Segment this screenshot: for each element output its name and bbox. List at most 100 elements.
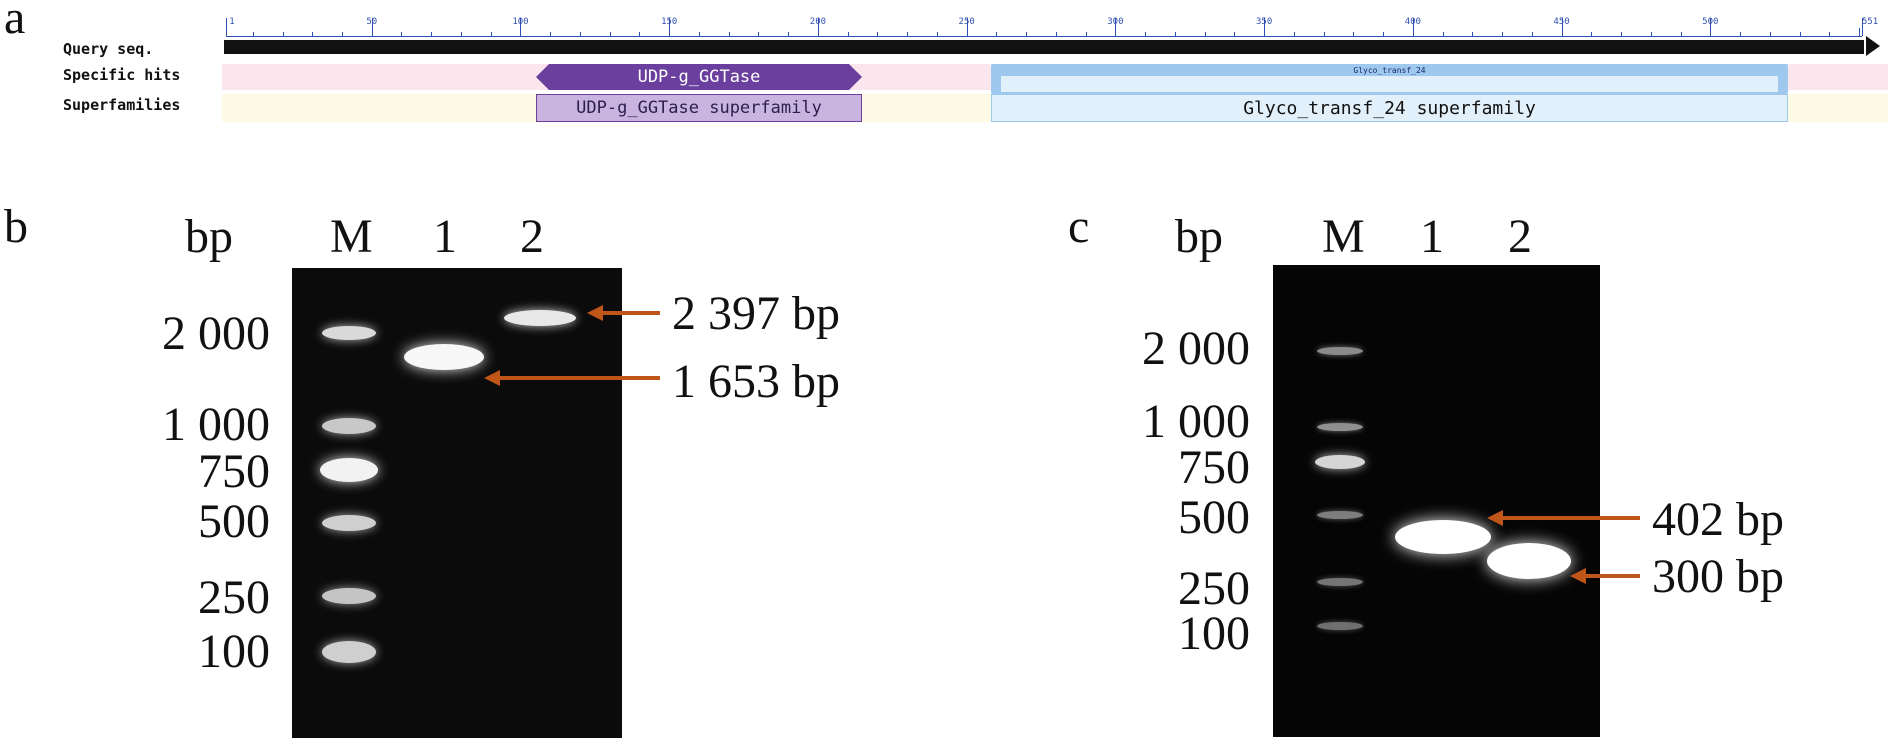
gel-b-lane-m: M xyxy=(330,210,373,263)
ruler-minor-tick xyxy=(1799,32,1801,36)
ladder-band xyxy=(1315,455,1365,469)
ladder-c-1000: 1 000 xyxy=(1142,395,1250,448)
ruler-minor-tick xyxy=(847,32,849,36)
ruler-minor-tick xyxy=(1383,32,1385,36)
ruler-minor-tick xyxy=(728,32,730,36)
ladder-b-750: 750 xyxy=(198,445,270,498)
superfamily-label: Glyco_transf_24 superfamily xyxy=(1243,97,1536,119)
arrow-1653-line xyxy=(497,376,660,380)
ruler-minor-tick xyxy=(1650,32,1652,36)
annotation-2397-bp: 2 397 bp xyxy=(672,287,840,340)
ruler-tick-label: 350 xyxy=(1255,17,1273,27)
ladder-c-750: 750 xyxy=(1178,441,1250,494)
gel-c-lane-1: 1 xyxy=(1420,210,1444,263)
ladder-band xyxy=(320,458,378,482)
sample-band-lane-1 xyxy=(404,344,484,370)
row-label-specific-hits: Specific hits xyxy=(63,66,181,84)
ruler-minor-tick xyxy=(342,32,343,36)
gel-b-lane-2: 2 xyxy=(520,210,544,263)
panel-letter-c: c xyxy=(1068,200,1090,253)
ruler-minor-tick xyxy=(1204,32,1206,36)
specific-hit-udp-g-ggtase[interactable]: UDP-g_GGTase xyxy=(536,64,862,90)
arrow-300-line xyxy=(1583,574,1640,578)
ruler-minor-tick xyxy=(1085,32,1087,36)
ruler-minor-tick xyxy=(460,32,462,36)
ruler-tick-label: 150 xyxy=(661,17,678,27)
ruler-minor-tick xyxy=(1472,32,1474,36)
row-label-superfamilies: Superfamilies xyxy=(63,96,181,114)
ladder-b-250: 250 xyxy=(198,571,270,624)
specific-hit-label: UDP-g_GGTase xyxy=(637,67,761,87)
ruler-minor-tick xyxy=(1055,32,1057,36)
specific-hit-label: Glyco_transf_24 xyxy=(1353,66,1426,75)
annotation-402-bp: 402 bp xyxy=(1652,493,1784,546)
ladder-band xyxy=(322,641,376,663)
ruler-tick-label: 100 xyxy=(512,17,529,27)
ruler-minor-tick xyxy=(252,32,254,36)
ruler-minor-tick xyxy=(1769,32,1771,36)
gel-b-lane-1: 1 xyxy=(433,210,457,263)
ladder-band xyxy=(1317,622,1363,630)
ruler-minor-tick xyxy=(312,32,314,36)
superfamily-glyco-transf-24[interactable]: Glyco_transf_24 superfamily xyxy=(991,94,1788,122)
ruler-minor-tick xyxy=(282,32,284,36)
ruler-tick-label: 200 xyxy=(809,17,827,27)
ladder-band xyxy=(1317,423,1363,431)
gel-c-lane-2: 2 xyxy=(1508,210,1532,263)
sample-band-lane-2 xyxy=(504,310,576,326)
annotation-300-bp: 300 bp xyxy=(1652,550,1784,603)
ladder-band xyxy=(1317,347,1363,355)
superfamily-label: UDP-g_GGTase superfamily xyxy=(576,98,822,118)
ruler-minor-tick xyxy=(1323,32,1325,36)
ruler-minor-tick xyxy=(1353,32,1355,36)
ladder-band xyxy=(322,515,376,531)
sample-band-lane-2 xyxy=(1487,543,1571,579)
ruler-tick-label: 551 xyxy=(1861,17,1879,27)
query-sequence-bar xyxy=(224,40,1864,54)
ladder-band xyxy=(1317,578,1363,586)
gel-b-unit-label: bp xyxy=(185,210,233,263)
panel-letter-b: b xyxy=(4,200,28,253)
ladder-c-2000: 2 000 xyxy=(1142,322,1250,375)
query-arrow-icon xyxy=(1866,36,1880,56)
ruler-minor-tick xyxy=(758,32,760,36)
annotation-1653-bp: 1 653 bp xyxy=(672,355,840,408)
ladder-band xyxy=(322,588,376,604)
row-label-query: Query seq. xyxy=(63,40,154,58)
domain-architecture-panel: a Query seq. Specific hits Superfamilies… xyxy=(0,0,1888,130)
ruler-minor-tick xyxy=(936,32,938,36)
ladder-c-100: 100 xyxy=(1178,607,1250,660)
ladder-b-2000: 2 000 xyxy=(162,307,270,360)
ruler-minor-tick xyxy=(996,32,998,36)
ruler-major-tick xyxy=(226,18,227,36)
ruler-minor-tick xyxy=(1531,32,1533,36)
ruler-minor-tick xyxy=(1621,32,1623,36)
ruler-tick-label: 450 xyxy=(1553,17,1570,27)
ruler-minor-tick xyxy=(788,32,790,36)
specific-hit-inner xyxy=(1001,76,1778,92)
ruler-minor-tick xyxy=(1293,32,1295,36)
ladder-b-500: 500 xyxy=(198,495,270,548)
ruler-tick-label: 400 xyxy=(1404,17,1421,27)
ruler-minor-tick xyxy=(907,32,909,36)
ruler-minor-tick xyxy=(639,32,641,36)
ruler-minor-tick xyxy=(401,32,403,36)
ruler-minor-tick xyxy=(1502,32,1504,36)
arrow-402-line xyxy=(1500,516,1640,520)
ruler-minor-tick xyxy=(1591,32,1593,36)
ruler-minor-tick xyxy=(490,32,492,36)
ladder-b-1000: 1 000 xyxy=(162,398,270,451)
ruler-tick-label: 300 xyxy=(1107,17,1124,27)
ruler-minor-tick xyxy=(1145,32,1147,36)
ruler-minor-tick xyxy=(609,32,611,36)
sequence-ruler: 1 50 100 150 200 250 300 350 400 450 500 551 xyxy=(0,0,1888,40)
ruler-tick-label: 50 xyxy=(366,17,378,27)
ruler-minor-tick xyxy=(431,32,433,36)
ladder-c-500: 500 xyxy=(1178,491,1250,544)
ruler-tick-label: 250 xyxy=(958,17,975,27)
ruler-minor-tick xyxy=(1234,32,1236,36)
ladder-c-250: 250 xyxy=(1178,562,1250,615)
superfamily-udp-g-ggtase[interactable]: UDP-g_GGTase superfamily xyxy=(536,94,862,122)
ladder-band xyxy=(322,326,376,340)
ruler-minor-tick xyxy=(1829,32,1831,36)
